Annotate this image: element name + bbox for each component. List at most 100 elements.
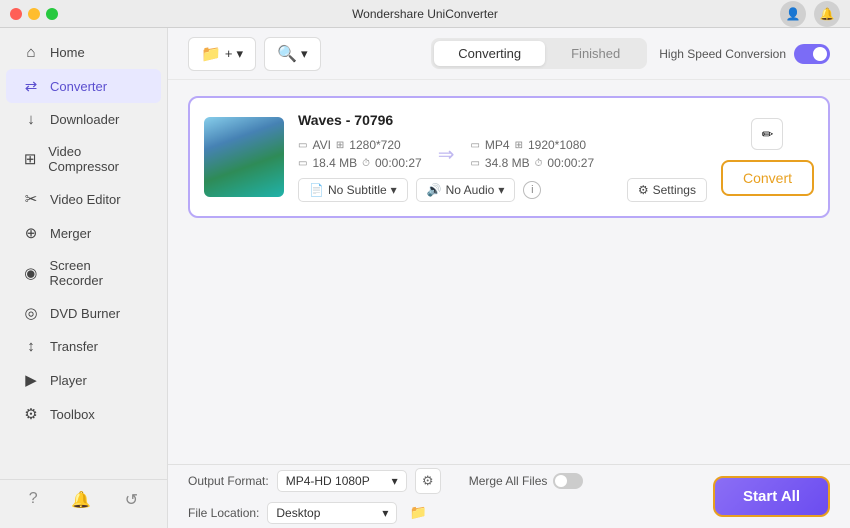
- speed-toggle[interactable]: [794, 44, 830, 64]
- sidebar-label-transfer: Transfer: [50, 339, 98, 354]
- sidebar-item-player[interactable]: ▶ Player: [6, 363, 161, 397]
- convert-button[interactable]: Convert: [721, 160, 814, 196]
- sidebar-label-converter: Converter: [50, 79, 107, 94]
- merge-section: Merge All Files: [469, 473, 584, 489]
- downloader-icon: ↓: [22, 111, 40, 128]
- audio-label: No Audio: [446, 183, 495, 197]
- help-icon[interactable]: ?: [29, 490, 38, 510]
- settings-button[interactable]: ⚙ Settings: [627, 178, 707, 202]
- source-resolution: 1280*720: [349, 138, 400, 152]
- edit-icon-button[interactable]: ✏: [751, 118, 783, 150]
- output-settings-icon[interactable]: ⚙: [415, 468, 441, 494]
- merge-toggle[interactable]: [553, 473, 583, 489]
- subtitle-button[interactable]: 📄 No Subtitle ▾: [298, 178, 408, 202]
- sidebar-item-home[interactable]: ⌂ Home: [6, 36, 161, 69]
- settings-gear-icon: ⚙: [638, 183, 649, 197]
- maximize-dot[interactable]: [46, 8, 58, 20]
- topbar-left: 📁 + ▾ 🔍 ▾: [188, 37, 419, 71]
- file-location-chevron: ▾: [382, 506, 388, 520]
- target-format-row: ▭ MP4 ⊞ 1920*1080: [470, 138, 594, 152]
- browse-folder-icon[interactable]: 📁: [405, 500, 431, 526]
- subtitle-label: No Subtitle: [328, 183, 387, 197]
- file-actions: 📄 No Subtitle ▾ 🔊 No Audio ▾ i ⚙ Set: [298, 178, 707, 202]
- target-duration: 00:00:27: [547, 156, 594, 170]
- bell-icon[interactable]: 🔔: [814, 1, 840, 27]
- editor-icon: ✂: [22, 190, 40, 208]
- tab-finished-label: Finished: [571, 46, 620, 61]
- file-name: Waves - 70796: [298, 112, 707, 128]
- source-format-row: ▭ AVI ⊞ 1280*720: [298, 138, 422, 152]
- user-icon[interactable]: 👤: [780, 1, 806, 27]
- add-files-icon: 📁: [201, 44, 221, 64]
- sidebar-item-video-compressor[interactable]: ⊞ Video Compressor: [6, 136, 161, 182]
- subtitle-icon: 📄: [309, 183, 324, 197]
- subtitle-chevron: ▾: [391, 183, 397, 197]
- compressor-icon: ⊞: [22, 150, 38, 168]
- target-format: MP4: [485, 138, 510, 152]
- titlebar: Wondershare UniConverter 👤 🔔: [0, 0, 850, 28]
- source-specs: ▭ AVI ⊞ 1280*720 ▭ 18.4 MB ⏱ 00:00:27: [298, 138, 422, 170]
- source-res-icon: ⊞: [336, 140, 344, 151]
- add-files-button[interactable]: 📁 + ▾: [188, 37, 256, 71]
- convert-arrow-icon: ⇒: [438, 142, 455, 167]
- window-controls: [10, 8, 58, 20]
- toolbox-icon: ⚙: [22, 405, 40, 423]
- output-format-select[interactable]: MP4-HD 1080P ▾: [277, 470, 407, 492]
- file-location-value: Desktop: [276, 506, 320, 520]
- target-specs: ▭ MP4 ⊞ 1920*1080 ▭ 34.8 MB ⏱ 00:00:27: [470, 138, 594, 170]
- source-size: 18.4 MB: [312, 156, 357, 170]
- tab-converting-label: Converting: [458, 46, 521, 61]
- player-icon: ▶: [22, 371, 40, 389]
- sidebar-label-compressor: Video Compressor: [48, 144, 145, 174]
- sidebar-item-video-editor[interactable]: ✂ Video Editor: [6, 182, 161, 216]
- add-folder-button[interactable]: 🔍 ▾: [264, 37, 320, 71]
- start-all-button[interactable]: Start All: [713, 476, 830, 517]
- file-specs: ▭ AVI ⊞ 1280*720 ▭ 18.4 MB ⏱ 00:00:27: [298, 138, 707, 170]
- tab-finished[interactable]: Finished: [547, 41, 644, 66]
- source-dur-icon: ⏱: [362, 158, 370, 169]
- sidebar-label-dvd: DVD Burner: [50, 306, 120, 321]
- source-duration: 00:00:27: [375, 156, 422, 170]
- info-button[interactable]: i: [523, 181, 541, 199]
- sidebar-item-dvd-burner[interactable]: ◎ DVD Burner: [6, 296, 161, 330]
- close-dot[interactable]: [10, 8, 22, 20]
- topbar: 📁 + ▾ 🔍 ▾ Converting Finished High Sp: [168, 28, 850, 80]
- target-size-icon: ▭: [470, 158, 479, 169]
- sidebar-item-toolbox[interactable]: ⚙ Toolbox: [6, 397, 161, 431]
- sidebar-label-recorder: Screen Recorder: [49, 258, 145, 288]
- file-info: Waves - 70796 ▭ AVI ⊞ 1280*720 ▭ 1: [298, 112, 707, 202]
- sidebar-bottom: ? 🔔 ↺: [0, 479, 167, 520]
- target-resolution: 1920*1080: [528, 138, 586, 152]
- sidebar-item-merger[interactable]: ⊕ Merger: [6, 216, 161, 250]
- content-main: Waves - 70796 ▭ AVI ⊞ 1280*720 ▭ 1: [168, 80, 850, 464]
- bottom-left: Output Format: MP4-HD 1080P ▾ ⚙ Merge Al…: [188, 468, 693, 526]
- sidebar-item-downloader[interactable]: ↓ Downloader: [6, 103, 161, 136]
- output-format-row: Output Format: MP4-HD 1080P ▾ ⚙ Merge Al…: [188, 468, 693, 494]
- dvd-icon: ◎: [22, 304, 40, 322]
- titlebar-actions: 👤 🔔: [780, 1, 840, 27]
- file-location-select[interactable]: Desktop ▾: [267, 502, 397, 524]
- target-size-row: ▭ 34.8 MB ⏱ 00:00:27: [470, 156, 594, 170]
- audio-button[interactable]: 🔊 No Audio ▾: [416, 178, 516, 202]
- sidebar-item-converter[interactable]: ⇄ Converter: [6, 69, 161, 103]
- main-layout: ⌂ Home ⇄ Converter ↓ Downloader ⊞ Video …: [0, 28, 850, 528]
- file-thumbnail: [204, 117, 284, 197]
- content-area: 📁 + ▾ 🔍 ▾ Converting Finished High Sp: [168, 28, 850, 528]
- target-format-icon: ▭: [470, 140, 479, 151]
- sidebar-item-transfer[interactable]: ↕ Transfer: [6, 330, 161, 363]
- output-format-label: Output Format:: [188, 474, 269, 488]
- sidebar-label-home: Home: [50, 45, 85, 60]
- tab-converting[interactable]: Converting: [434, 41, 545, 66]
- sidebar-item-screen-recorder[interactable]: ◉ Screen Recorder: [6, 250, 161, 296]
- source-format: AVI: [312, 138, 330, 152]
- converter-icon: ⇄: [22, 77, 40, 95]
- notification-icon[interactable]: 🔔: [71, 490, 91, 510]
- refresh-icon[interactable]: ↺: [125, 490, 138, 510]
- output-format-value: MP4-HD 1080P: [286, 474, 370, 488]
- sidebar-label-downloader: Downloader: [50, 112, 119, 127]
- audio-chevron: ▾: [498, 183, 504, 197]
- minimize-dot[interactable]: [28, 8, 40, 20]
- card-right: ✏ Convert: [721, 118, 814, 196]
- settings-label: Settings: [653, 183, 696, 197]
- sidebar-label-merger: Merger: [50, 226, 91, 241]
